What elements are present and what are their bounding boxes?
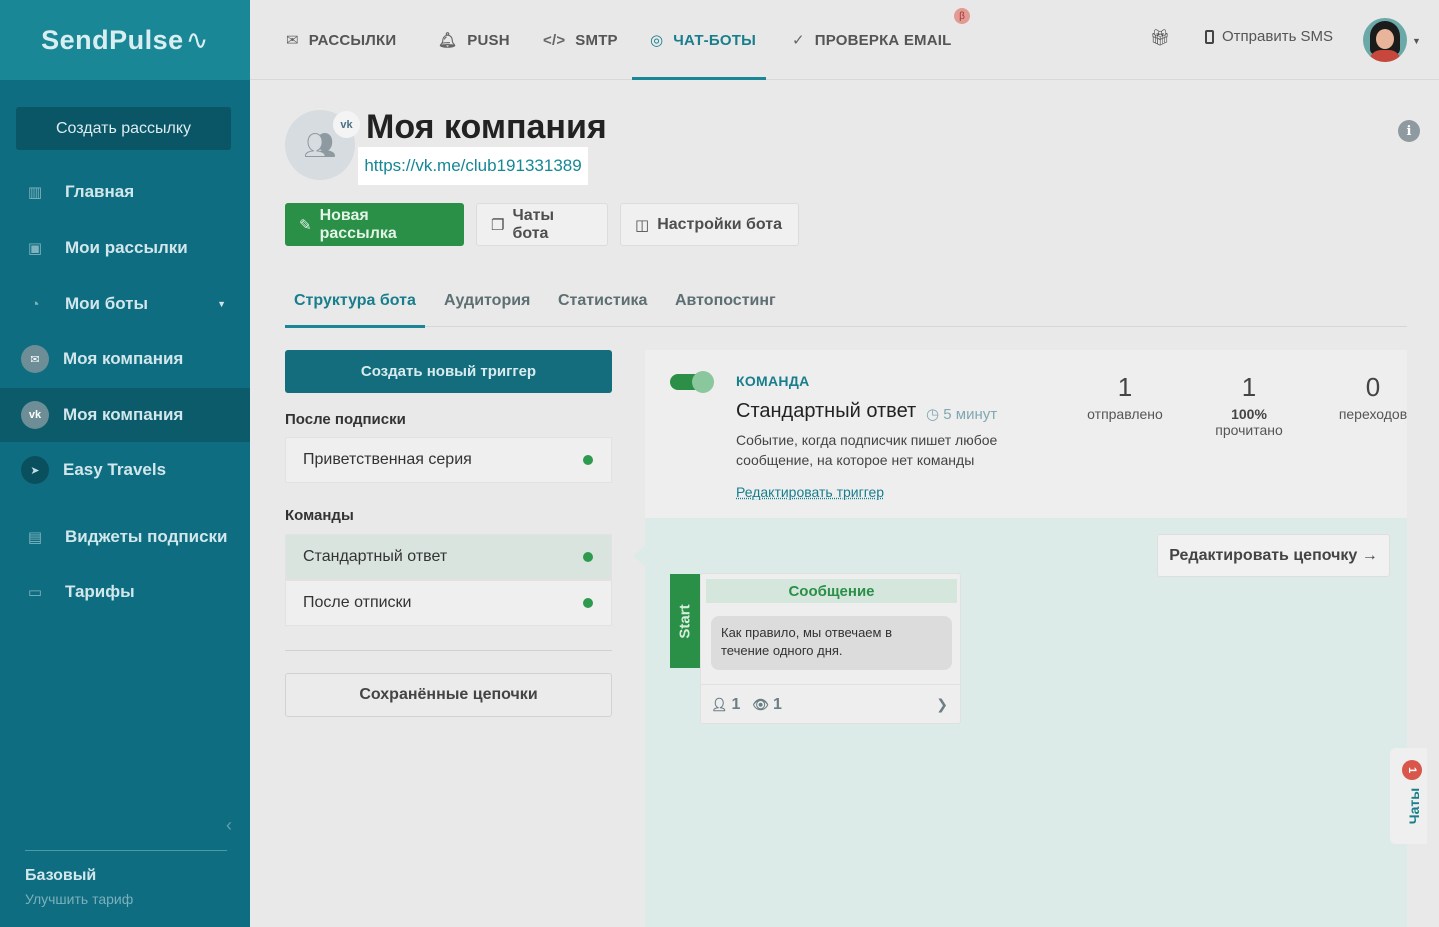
create-campaign-button[interactable]: Создать рассылку — [16, 107, 231, 150]
plan-name: Базовый — [25, 867, 97, 884]
trigger-after-unsubscribe[interactable]: После отписки — [285, 580, 612, 626]
trigger-toggle[interactable] — [670, 371, 714, 393]
bot-settings-button[interactable]: ◫ Настройки бота — [620, 203, 799, 246]
edit-trigger-link[interactable]: Редактировать триггер — [736, 484, 884, 500]
clock-icon: ◷ — [926, 406, 940, 423]
vk-badge-icon: vk — [333, 111, 360, 138]
wallet-icon: ▭ — [27, 584, 43, 601]
sidebar-item-label: Easy Travels — [63, 460, 167, 479]
sidebar-item-campaigns[interactable]: ▣ Мои рассылки — [0, 221, 250, 275]
active-status-dot — [583, 552, 593, 562]
tab-statistics[interactable]: Статистика — [558, 275, 647, 327]
sidebar-item-messenger-bot[interactable]: ✉ Моя компания — [0, 332, 250, 386]
widget-icon: ▤ — [27, 529, 43, 546]
sidebar-item-label: Виджеты подписки — [65, 527, 228, 546]
message-text: Как правило, мы отвечаем в течение одног… — [711, 616, 952, 670]
after-subscribe-label: После подписки — [285, 411, 406, 428]
create-trigger-button[interactable]: Создать новый триггер — [285, 350, 612, 393]
sidebar-item-widgets[interactable]: ▤ Виджеты подписки — [0, 510, 250, 564]
edit-chain-button[interactable]: Редактировать цепочку → — [1157, 534, 1390, 577]
sidebar-divider — [25, 850, 227, 851]
tab-chatbots[interactable]: ◎ ЧАТ-БОТЫ — [632, 0, 766, 80]
user-icon: 👤︎ — [711, 696, 728, 712]
telegram-icon: ➤ — [21, 456, 49, 484]
bell-icon: 🔔︎ — [438, 32, 458, 49]
edit-icon: ✎ — [299, 216, 312, 234]
unread-count-badge: 1 — [1402, 760, 1422, 780]
bots-icon: ◔ — [30, 295, 40, 313]
code-icon: </> — [543, 31, 566, 49]
tab-email-verification[interactable]: ✓ ПРОВЕРКА EMAIL — [792, 0, 952, 80]
commands-label: Команды — [285, 507, 354, 524]
chevron-down-icon: ▼ — [217, 299, 226, 309]
eye-icon: 👁︎ — [752, 696, 769, 712]
sidebar-item-bots[interactable]: ◔ Мои боты ▼ — [0, 277, 250, 331]
bot-tabs: Структура бота Аудитория Статистика Авто… — [285, 275, 1407, 328]
canvas-pointer — [633, 545, 645, 567]
trigger-welcome-series[interactable]: Приветственная серия — [285, 437, 612, 483]
message-card-footer: 👤︎ 1 👁︎ 1 ❯ — [701, 684, 960, 724]
chats-widget[interactable]: 1 Чаты — [1390, 748, 1427, 844]
phone-icon — [1205, 29, 1214, 44]
message-card[interactable]: Сообщение Как правило, мы отвечаем в теч… — [700, 573, 961, 724]
messenger-icon: ✉ — [21, 345, 49, 373]
beta-badge: β — [954, 8, 970, 24]
delay: ◷ 5 минут — [926, 406, 998, 423]
sidebar-item-vk-bot[interactable]: vk Моя компания — [0, 388, 250, 442]
home-icon: ▥ — [27, 184, 43, 201]
vk-icon: vk — [21, 401, 49, 429]
info-icon[interactable]: i — [1398, 120, 1420, 142]
message-card-title: Сообщение — [706, 579, 957, 603]
chats-icon: ❐ — [491, 216, 505, 234]
mail-icon: ✉ — [286, 32, 299, 49]
tab-campaigns[interactable]: ✉ РАССЫЛКИ — [286, 0, 396, 80]
sidebar-item-label: Моя компания — [63, 405, 184, 424]
stat-read: 1 100% прочитано — [1215, 372, 1283, 438]
chevron-down-icon[interactable]: ▼ — [1412, 36, 1421, 46]
chat-icon: ◎ — [650, 32, 664, 49]
tab-bot-structure[interactable]: Структура бота — [285, 275, 425, 328]
page-title: Моя компания — [366, 108, 607, 146]
trigger-title: Стандартный ответ — [736, 400, 917, 422]
sidebar-item-pricing[interactable]: ▭ Тарифы — [0, 565, 250, 619]
trigger-type: КОМАНДА — [736, 373, 810, 389]
sidebar-item-label: Тарифы — [65, 582, 135, 601]
chevron-right-icon[interactable]: ❯ — [936, 696, 948, 713]
sidebar-item-label: Главная — [65, 182, 135, 201]
sidebar-item-label: Мои боты — [65, 294, 149, 313]
active-status-dot — [583, 598, 593, 608]
sidebar-item-label: Моя компания — [63, 349, 184, 368]
tab-smtp[interactable]: </> SMTP — [543, 0, 618, 80]
settings-icon: ◫ — [635, 216, 650, 234]
trigger-description: Событие, когда подписчик пишет любое соо… — [736, 432, 998, 468]
tab-autoposting[interactable]: Автопостинг — [675, 275, 776, 327]
campaigns-icon: ▣ — [27, 240, 43, 257]
tab-push[interactable]: 🔔︎ PUSH — [438, 0, 510, 80]
sidebar-item-telegram-bot[interactable]: ➤ Easy Travels — [0, 443, 250, 497]
stat-clicks: 0 переходов — [1338, 372, 1408, 422]
start-marker: Start — [670, 574, 700, 668]
new-campaign-button[interactable]: ✎ Новая рассылка — [285, 203, 464, 246]
sidebar: SendPulse ∿ Создать рассылку ▥ Главная ▣ … — [0, 0, 250, 927]
trigger-standard-reply[interactable]: Стандартный ответ — [285, 534, 612, 580]
bot-chats-button[interactable]: ❐ Чаты бота — [476, 203, 608, 246]
saved-chains-button[interactable]: Сохранённые цепочки — [285, 673, 612, 717]
send-sms-button[interactable]: Отправить SMS — [1205, 28, 1333, 45]
collapse-sidebar-icon[interactable]: ‹ — [226, 815, 232, 836]
divider — [285, 650, 612, 651]
sendpulse-logo[interactable]: SendPulse ∿ — [0, 0, 250, 80]
active-status-dot — [583, 455, 593, 465]
chats-widget-label: Чаты — [1406, 787, 1423, 825]
check-icon: ✓ — [792, 32, 805, 49]
gift-icon[interactable]: 🎁︎ — [1150, 28, 1170, 48]
user-avatar[interactable] — [1363, 18, 1407, 62]
stat-sent: 1 отправлено — [1087, 372, 1163, 422]
sidebar-item-label: Мои рассылки — [65, 238, 188, 257]
sidebar-item-home[interactable]: ▥ Главная — [0, 165, 250, 219]
tab-audience[interactable]: Аудитория — [444, 275, 530, 327]
bot-link[interactable]: https://vk.me/club191331389 — [358, 147, 588, 185]
upgrade-plan-link[interactable]: Улучшить тариф — [25, 891, 133, 907]
